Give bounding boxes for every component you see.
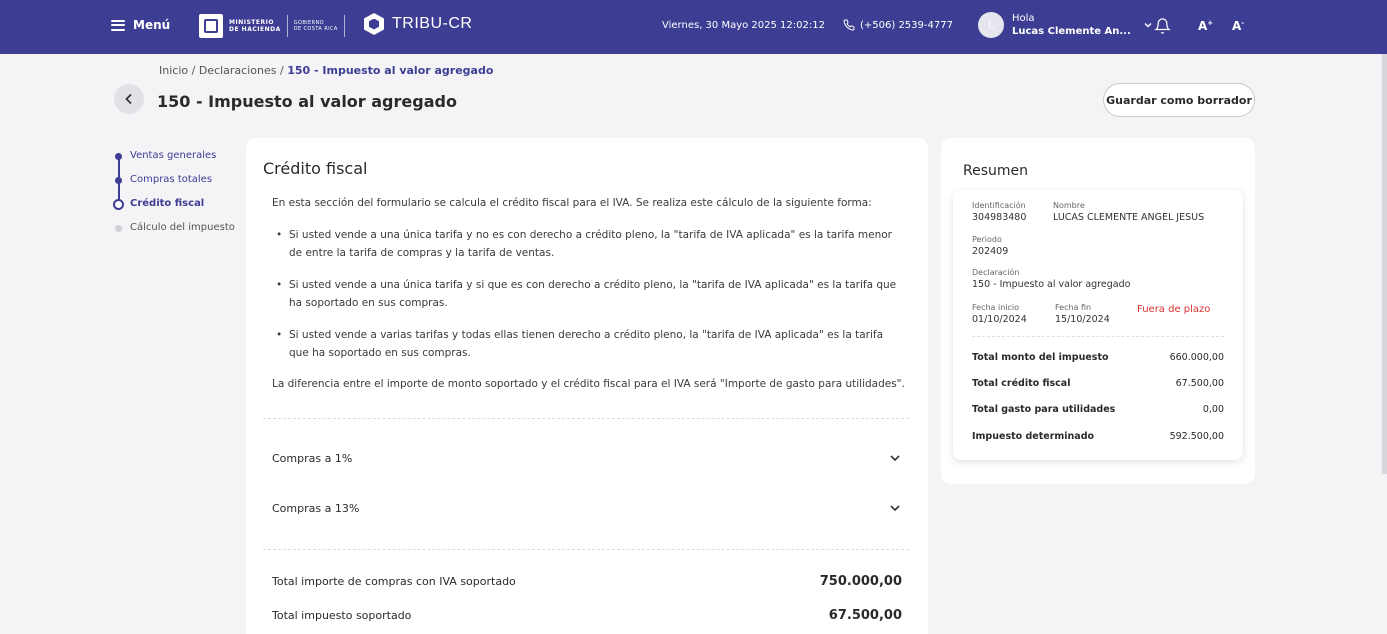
summary-row-total-monto: Total monto del impuesto 660.000,00 <box>972 352 1224 363</box>
summary-row-gasto-utilidades: Total gasto para utilidades 0,00 <box>972 404 1224 415</box>
phone-number: (+506) 2539-4777 <box>860 19 953 31</box>
fecha-fin-value: 15/10/2024 <box>1055 314 1110 325</box>
intro-text: En esta sección del formulario se calcul… <box>272 197 872 209</box>
declaracion-label: Declaración <box>972 268 1020 277</box>
fecha-inicio-label: Fecha inicio <box>972 303 1020 312</box>
page-scrollbar[interactable] <box>1382 54 1387 474</box>
total-label: Total impuesto soportado <box>272 609 412 622</box>
logo-divider <box>286 15 288 37</box>
breadcrumb-separator: / <box>191 64 196 77</box>
nombre-value: LUCAS CLEMENTE ANGEL JESUS <box>1053 212 1205 223</box>
page-title: 150 - Impuesto al valor agregado <box>157 92 457 111</box>
hamburger-icon <box>111 19 125 31</box>
accordion-compras-13[interactable]: Compras a 13% <box>272 498 902 518</box>
gov-line2: DE COSTA RICA <box>293 26 338 32</box>
divider <box>263 549 909 550</box>
chevron-down-icon <box>890 455 900 462</box>
tribu-cr-logo[interactable]: TRIBU-CR <box>364 13 472 35</box>
resumen-card: Resumen Identificación 304983480 Nombre … <box>941 138 1255 484</box>
summary-value: 592.500,00 <box>1169 431 1224 442</box>
list-item: Si usted vende a una única tarifa y si q… <box>276 276 906 312</box>
total-impuesto-soportado-row: Total impuesto soportado 67.500,00 <box>272 608 902 623</box>
status-badge: Fuera de plazo <box>1137 304 1211 315</box>
app-name: TRIBU-CR <box>392 15 473 32</box>
top-navigation-bar: Menú MINISTERIO DE HACIENDA GOBIERNO DE … <box>0 0 1387 54</box>
fecha-inicio-value: 01/10/2024 <box>972 314 1027 325</box>
greeting: Hola <box>1012 13 1035 24</box>
total-value: 750.000,00 <box>819 574 902 589</box>
difference-note: La diferencia entre el importe de monto … <box>272 378 905 390</box>
summary-value: 0,00 <box>1202 404 1224 415</box>
list-item: Si usted vende a varias tarifas y todas … <box>276 326 906 362</box>
total-importe-compras-row: Total importe de compras con IVA soporta… <box>272 574 902 589</box>
breadcrumb-current: 150 - Impuesto al valor agregado <box>287 64 494 77</box>
chevron-down-icon <box>1144 23 1152 28</box>
resumen-title: Resumen <box>963 163 1029 179</box>
identificacion-value: 304983480 <box>972 212 1027 223</box>
list-item: Si usted vende a una única tarifa y no e… <box>276 226 906 262</box>
save-draft-button[interactable]: Guardar como borrador <box>1103 83 1255 117</box>
declaracion-value: 150 - Impuesto al valor agregado <box>972 279 1131 290</box>
credito-fiscal-card: Crédito fiscal En esta sección del formu… <box>246 138 928 634</box>
breadcrumb-separator: / <box>279 64 284 77</box>
ministry-line1: MINISTERIO <box>229 19 274 26</box>
step-dot <box>115 225 122 232</box>
summary-row-impuesto-determinado: Impuesto determinado 592.500,00 <box>972 431 1224 442</box>
step-compras-totales[interactable]: Compras totales <box>112 172 235 196</box>
form-stepper: Ventas generales Compras totales Crédito… <box>112 148 235 244</box>
logo-divider-2 <box>343 15 345 37</box>
divider <box>263 418 909 419</box>
accordion-compras-1[interactable]: Compras a 1% <box>272 448 902 468</box>
ministerio-hacienda-logo[interactable]: MINISTERIO DE HACIENDA GOBIERNO DE COSTA… <box>199 14 345 38</box>
section-title: Crédito fiscal <box>263 159 368 178</box>
menu-button[interactable]: Menú <box>111 18 170 32</box>
user-name: Lucas Clemente An... <box>1012 26 1131 37</box>
summary-label: Total crédito fiscal <box>972 378 1071 389</box>
step-dot <box>113 199 124 210</box>
summary-label: Total monto del impuesto <box>972 352 1109 363</box>
step-ventas-generales[interactable]: Ventas generales <box>112 148 235 172</box>
step-credito-fiscal[interactable]: Crédito fiscal <box>112 196 235 220</box>
resumen-details: Identificación 304983480 Nombre LUCAS CL… <box>953 190 1243 460</box>
divider <box>972 336 1224 337</box>
current-datetime: Viernes, 30 Mayo 2025 12:02:12 <box>662 20 825 31</box>
fecha-fin-label: Fecha fin <box>1055 303 1092 312</box>
accordion-label: Compras a 1% <box>272 451 353 465</box>
periodo-label: Periodo <box>972 235 1002 244</box>
summary-label: Total gasto para utilidades <box>972 404 1116 415</box>
step-dot <box>115 177 122 184</box>
breadcrumb-home[interactable]: Inicio <box>159 64 188 77</box>
total-label: Total importe de compras con IVA soporta… <box>272 575 516 588</box>
accordion-label: Compras a 13% <box>272 501 360 515</box>
support-phone[interactable]: (+506) 2539-4777 <box>843 19 953 31</box>
font-increase-button[interactable]: A+ <box>1198 19 1213 33</box>
user-menu[interactable]: L Hola Lucas Clemente An... <box>978 12 1153 38</box>
chevron-down-icon <box>890 505 900 512</box>
step-calculo-impuesto[interactable]: Cálculo del impuesto <box>112 220 235 244</box>
summary-row-credito-fiscal: Total crédito fiscal 67.500,00 <box>972 378 1224 389</box>
phone-icon <box>843 19 855 31</box>
step-dot <box>115 153 122 160</box>
font-decrease-button[interactable]: A- <box>1232 19 1244 33</box>
summary-label: Impuesto determinado <box>972 431 1095 442</box>
coat-of-arms-icon <box>199 14 223 38</box>
hexagon-logo-icon <box>364 13 384 35</box>
notifications-bell-icon[interactable] <box>1154 17 1171 35</box>
summary-value: 67.500,00 <box>1175 378 1224 389</box>
rules-list: Si usted vende a una única tarifa y no e… <box>276 226 906 376</box>
avatar: L <box>978 12 1004 38</box>
breadcrumb: Inicio / Declaraciones / 150 - Impuesto … <box>159 64 493 77</box>
menu-label: Menú <box>133 18 171 32</box>
ministry-line2: DE HACIENDA <box>229 26 281 33</box>
nombre-label: Nombre <box>1053 201 1085 210</box>
back-button[interactable] <box>114 84 144 114</box>
summary-value: 660.000,00 <box>1169 352 1224 363</box>
total-value: 67.500,00 <box>828 608 902 623</box>
chevron-left-icon <box>125 93 132 105</box>
identificacion-label: Identificación <box>972 201 1026 210</box>
breadcrumb-declaraciones[interactable]: Declaraciones <box>199 64 277 77</box>
periodo-value: 202409 <box>972 246 1009 257</box>
